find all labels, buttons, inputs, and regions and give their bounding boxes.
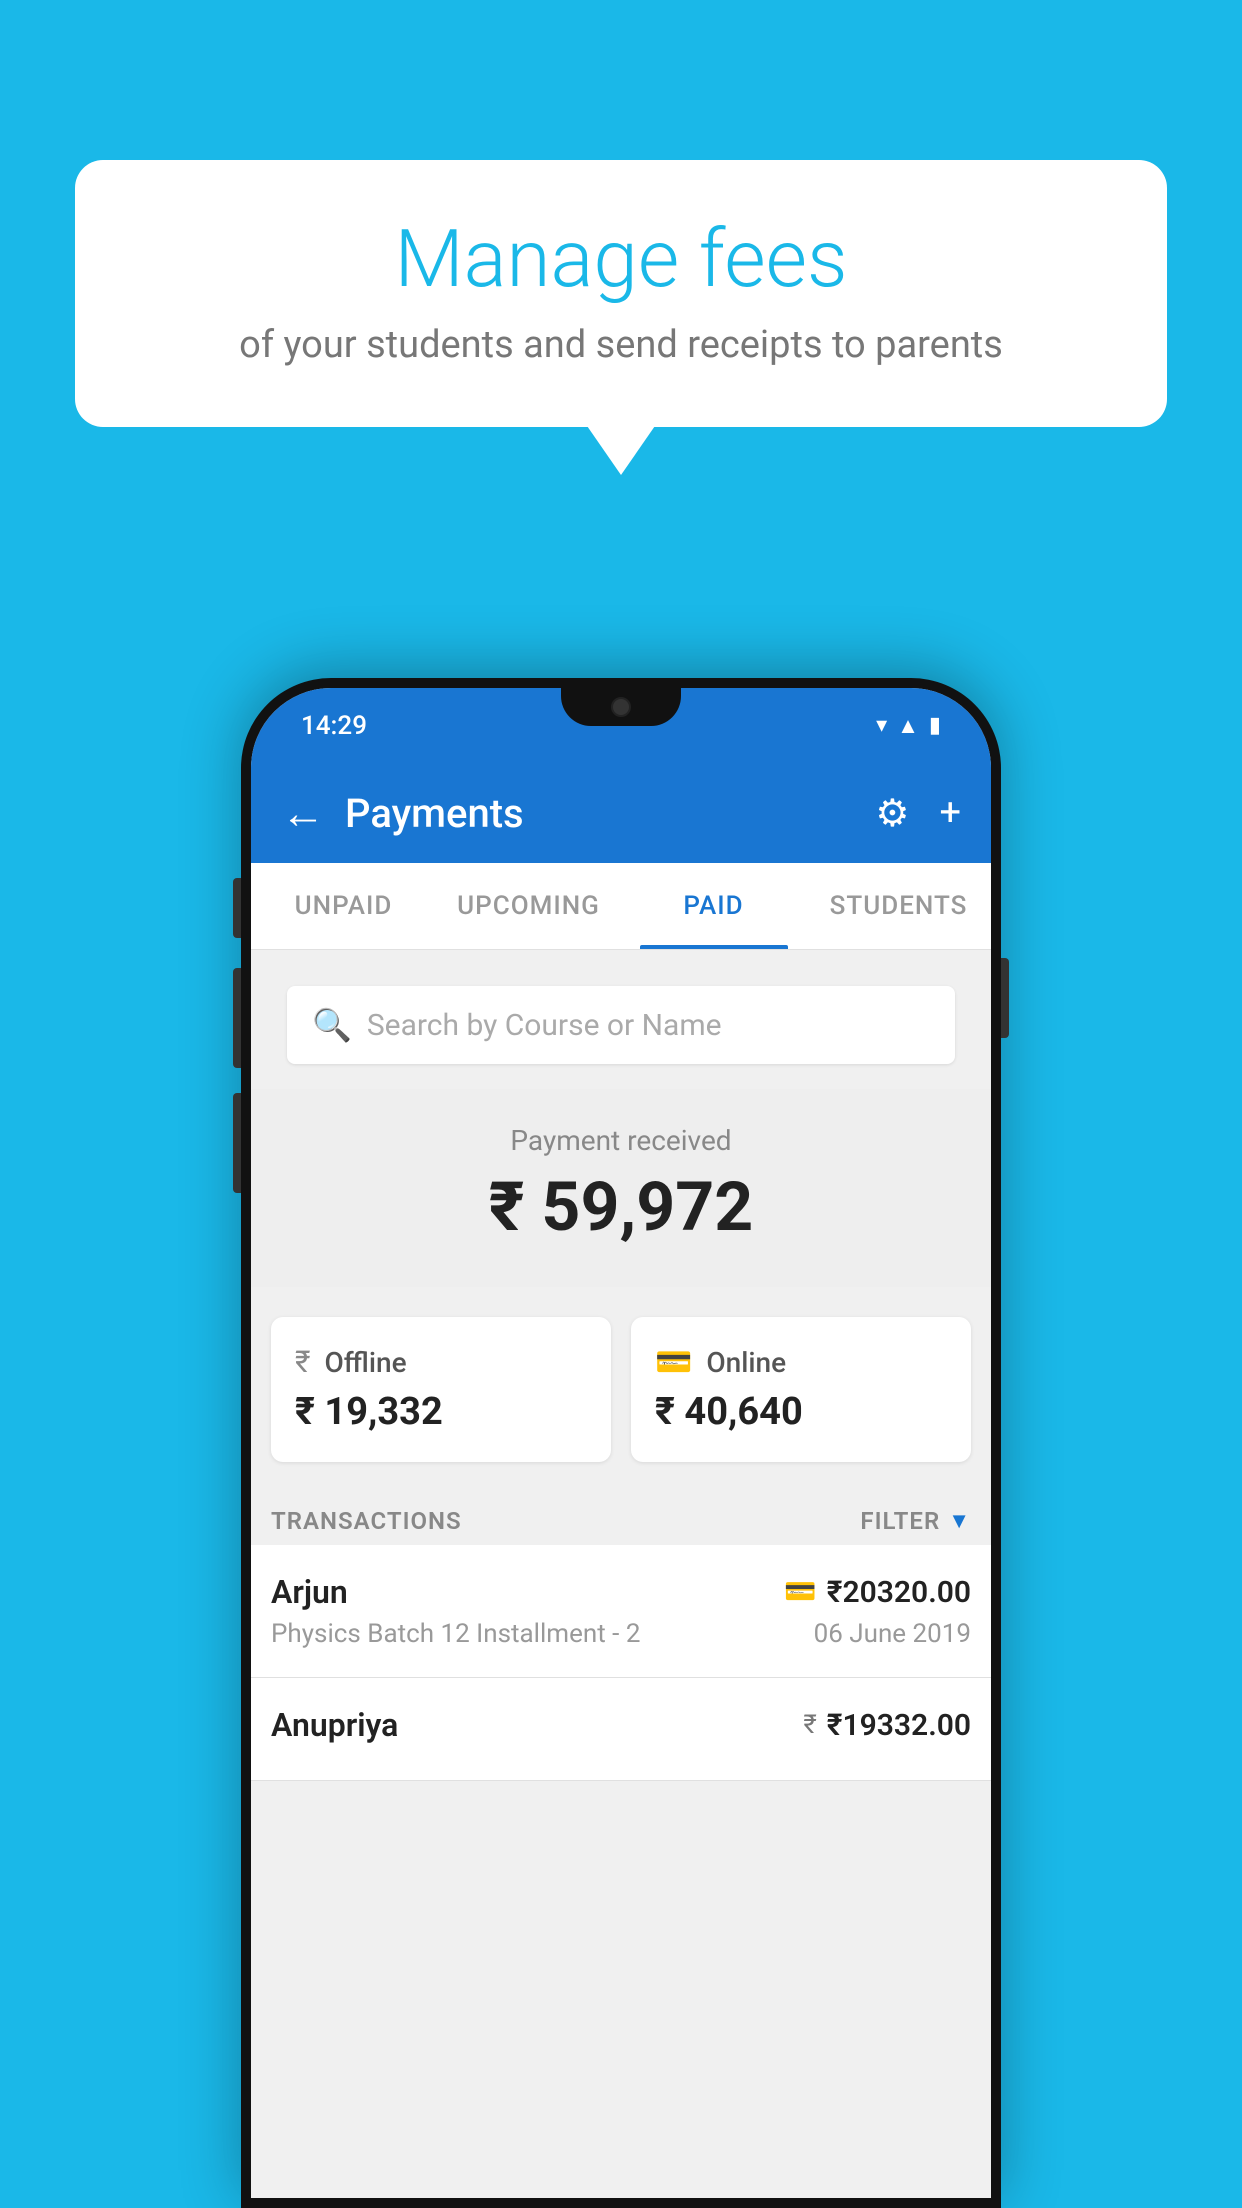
transactions-label: TRANSACTIONS: [271, 1507, 462, 1535]
transaction-amount-anupriya: ₹19332.00: [827, 1708, 971, 1743]
add-icon[interactable]: +: [939, 791, 961, 835]
status-icons: ▾ ▲ ▮: [876, 713, 941, 739]
phone-frame: 14:29 ▾ ▲ ▮ ← Payments ⚙ + UNPAID UPCOMI…: [241, 678, 1001, 2208]
offline-payment-card: ₹ Offline ₹ 19,332: [271, 1317, 611, 1462]
tab-unpaid[interactable]: UNPAID: [251, 863, 436, 949]
filter-icon: ▼: [948, 1508, 971, 1534]
wifi-icon: ▾: [876, 713, 887, 738]
transaction-desc-arjun: Physics Batch 12 Installment - 2: [271, 1619, 640, 1649]
transaction-bottom-arjun: Physics Batch 12 Installment - 2 06 June…: [271, 1619, 971, 1649]
notch: [561, 688, 681, 726]
search-placeholder: Search by Course or Name: [367, 1008, 722, 1043]
transaction-top-anupriya: Anupriya ₹ ₹19332.00: [271, 1706, 971, 1744]
volume-down-button: [233, 968, 241, 1068]
front-camera: [611, 697, 631, 717]
payment-cards: ₹ Offline ₹ 19,332 💳 Online ₹ 40,640: [271, 1317, 971, 1462]
offline-amount: ₹ 19,332: [295, 1390, 587, 1434]
settings-icon[interactable]: ⚙: [875, 791, 909, 836]
silent-button: [233, 1093, 241, 1193]
online-card-header: 💳 Online: [655, 1345, 947, 1380]
online-amount: ₹ 40,640: [655, 1390, 947, 1434]
online-payment-card: 💳 Online ₹ 40,640: [631, 1317, 971, 1462]
power-button: [1001, 958, 1009, 1038]
transaction-top-arjun: Arjun 💳 ₹20320.00: [271, 1573, 971, 1611]
payment-summary: Payment received ₹ 59,972: [251, 1089, 991, 1287]
transaction-amount-arjun: ₹20320.00: [827, 1575, 971, 1610]
tab-students[interactable]: STUDENTS: [806, 863, 991, 949]
transaction-method-icon-anupriya: ₹: [803, 1710, 816, 1740]
app-bar-actions: ⚙ +: [875, 791, 961, 836]
search-icon: 🔍: [312, 1006, 352, 1044]
tab-upcoming[interactable]: UPCOMING: [436, 863, 621, 949]
tabs-container: UNPAID UPCOMING PAID STUDENTS: [251, 863, 991, 950]
signal-icon: ▲: [897, 713, 919, 739]
volume-up-button: [233, 878, 241, 938]
transaction-amount-wrap-arjun: 💳 ₹20320.00: [784, 1575, 971, 1610]
back-button[interactable]: ←: [281, 787, 325, 839]
search-bar[interactable]: 🔍 Search by Course or Name: [287, 986, 955, 1064]
phone-screen: 14:29 ▾ ▲ ▮ ← Payments ⚙ + UNPAID UPCOMI…: [251, 688, 991, 2198]
speech-bubble: Manage fees of your students and send re…: [75, 160, 1167, 427]
payment-received-amount: ₹ 59,972: [281, 1167, 961, 1247]
filter-label: FILTER: [860, 1507, 940, 1535]
online-label: Online: [706, 1346, 786, 1379]
battery-icon: ▮: [929, 713, 941, 738]
transaction-row-arjun[interactable]: Arjun 💳 ₹20320.00 Physics Batch 12 Insta…: [251, 1545, 991, 1678]
app-bar: ← Payments ⚙ +: [251, 763, 991, 863]
transaction-row-anupriya[interactable]: Anupriya ₹ ₹19332.00: [251, 1678, 991, 1781]
offline-label: Offline: [325, 1346, 407, 1379]
speech-bubble-title: Manage fees: [135, 215, 1107, 303]
tab-paid[interactable]: PAID: [621, 863, 806, 949]
filter-button[interactable]: FILTER ▼: [860, 1507, 971, 1535]
transactions-header: TRANSACTIONS FILTER ▼: [251, 1487, 991, 1545]
speech-bubble-subtitle: of your students and send receipts to pa…: [135, 323, 1107, 367]
speech-bubble-container: Manage fees of your students and send re…: [75, 160, 1167, 427]
online-icon: 💳: [655, 1345, 692, 1380]
app-bar-title: Payments: [345, 790, 855, 837]
offline-card-header: ₹ Offline: [295, 1345, 587, 1380]
offline-icon: ₹: [295, 1345, 311, 1380]
status-bar: 14:29 ▾ ▲ ▮: [251, 688, 991, 763]
transaction-name-arjun: Arjun: [271, 1573, 348, 1611]
transaction-amount-wrap-anupriya: ₹ ₹19332.00: [803, 1708, 971, 1743]
status-time: 14:29: [301, 711, 367, 741]
transaction-method-icon-arjun: 💳: [784, 1577, 816, 1607]
transaction-name-anupriya: Anupriya: [271, 1706, 398, 1744]
transaction-date-arjun: 06 June 2019: [814, 1619, 971, 1649]
payment-received-label: Payment received: [281, 1124, 961, 1157]
